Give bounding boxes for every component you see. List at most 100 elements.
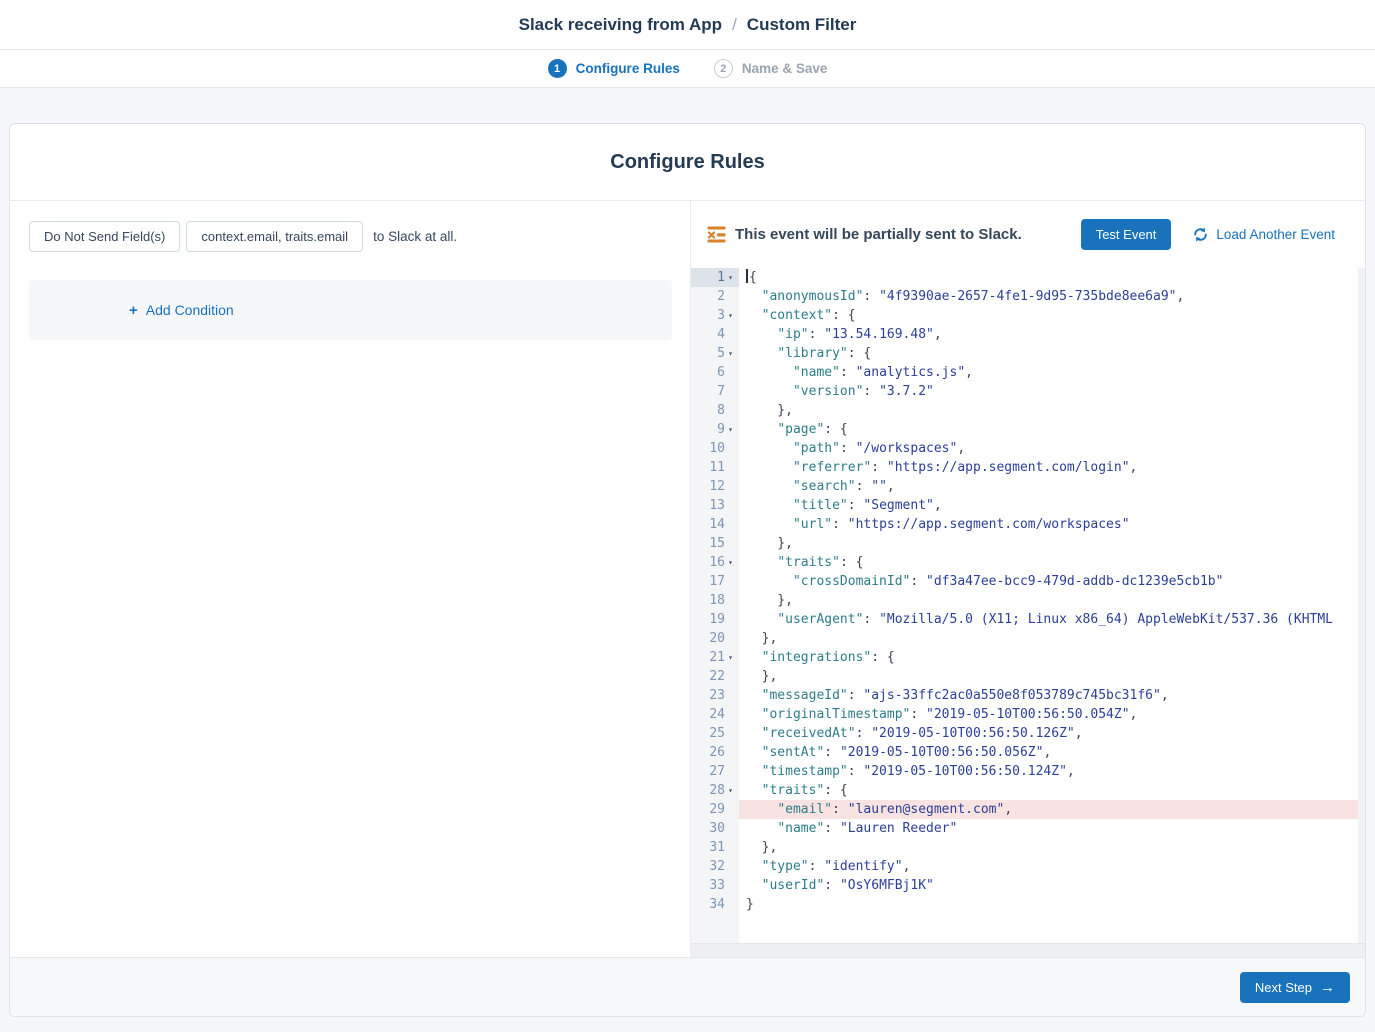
- json-value: "2019-05-10T00:56:50.124Z": [863, 764, 1067, 779]
- gutter-line: 14: [691, 515, 739, 534]
- line-number: 20: [709, 629, 725, 648]
- breadcrumb-source: Slack receiving from App: [519, 15, 722, 35]
- gutter-line: 17: [691, 572, 739, 591]
- card-header: Configure Rules: [10, 124, 1365, 201]
- editor-horizontal-scrollbar[interactable]: [691, 943, 1365, 957]
- step-name-save[interactable]: 2 Name & Save: [714, 59, 828, 78]
- line-number: 10: [709, 439, 725, 458]
- configure-rules-card: Configure Rules Do Not Send Field(s) con…: [9, 123, 1366, 1017]
- code-line: "search": "",: [739, 477, 1365, 496]
- json-punctuation: ,: [1176, 289, 1184, 304]
- event-header: This event will be partially sent to Sla…: [691, 201, 1365, 268]
- json-punctuation: [746, 574, 793, 589]
- code-line: "integrations": {: [739, 648, 1365, 667]
- code-line: "url": "https://app.segment.com/workspac…: [739, 515, 1365, 534]
- json-punctuation: [746, 859, 762, 874]
- json-punctuation: ,: [934, 327, 942, 342]
- json-punctuation: [746, 650, 762, 665]
- json-punctuation: :: [840, 441, 856, 456]
- json-punctuation: : {: [848, 346, 871, 361]
- step-1-label: Configure Rules: [576, 61, 680, 76]
- add-condition-button[interactable]: + Add Condition: [129, 302, 234, 318]
- json-punctuation: [746, 289, 762, 304]
- json-punctuation: },: [746, 403, 793, 418]
- gutter-line: 31: [691, 838, 739, 857]
- fold-caret-icon[interactable]: ▾: [725, 420, 736, 439]
- gutter-line: 23: [691, 686, 739, 705]
- json-key: "traits": [762, 783, 825, 798]
- arrow-right-icon: →: [1320, 980, 1335, 995]
- json-value: "OsY6MFBj1K": [840, 878, 934, 893]
- gutter-line: 26: [691, 743, 739, 762]
- code-line: "path": "/workspaces",: [739, 439, 1365, 458]
- line-number: 7: [717, 382, 725, 401]
- json-key: "crossDomainId": [793, 574, 910, 589]
- editor-vertical-scrollbar[interactable]: [1358, 268, 1365, 943]
- json-punctuation: [746, 555, 777, 570]
- code-line: "name": "Lauren Reeder": [739, 819, 1365, 838]
- code-line-filtered-highlight: "email": "lauren@segment.com",: [739, 800, 1365, 819]
- json-value: "identify": [824, 859, 902, 874]
- json-punctuation: :: [856, 479, 872, 494]
- gutter-line: 5▾: [691, 344, 739, 363]
- line-number: 26: [709, 743, 725, 762]
- json-punctuation: [746, 308, 762, 323]
- json-punctuation: :: [824, 745, 840, 760]
- line-number: 16: [709, 553, 725, 572]
- code-line: },: [739, 838, 1365, 857]
- json-editor[interactable]: 1▾23▾45▾6789▾10111213141516▾1718192021▾2…: [691, 268, 1365, 943]
- code-line: }: [739, 895, 1365, 914]
- json-punctuation: :: [832, 802, 848, 817]
- json-punctuation: :: [840, 365, 856, 380]
- code-line: "receivedAt": "2019-05-10T00:56:50.126Z"…: [739, 724, 1365, 743]
- test-event-button[interactable]: Test Event: [1081, 219, 1172, 250]
- text-cursor: [746, 269, 748, 283]
- json-value: "13.54.169.48": [824, 327, 934, 342]
- next-step-button[interactable]: Next Step →: [1240, 972, 1350, 1003]
- json-key: "userId": [762, 878, 825, 893]
- gutter-line: 7: [691, 382, 739, 401]
- json-key: "name": [793, 365, 840, 380]
- line-number: 21: [709, 648, 725, 667]
- json-punctuation: [746, 327, 777, 342]
- json-punctuation: :: [824, 821, 840, 836]
- filter-fields-button[interactable]: context.email, traits.email: [186, 221, 363, 252]
- fold-caret-icon[interactable]: ▾: [725, 781, 736, 800]
- gutter-line: 21▾: [691, 648, 739, 667]
- json-value: "3.7.2": [879, 384, 934, 399]
- json-key: "messageId": [762, 688, 848, 703]
- code-line: "userId": "OsY6MFBj1K": [739, 876, 1365, 895]
- plus-icon: +: [129, 303, 138, 318]
- json-punctuation: [746, 365, 793, 380]
- json-punctuation: },: [746, 593, 793, 608]
- fold-caret-icon[interactable]: ▾: [725, 306, 736, 325]
- line-number: 19: [709, 610, 725, 629]
- json-punctuation: },: [746, 631, 777, 646]
- gutter-line: 32: [691, 857, 739, 876]
- json-punctuation: },: [746, 536, 793, 551]
- step-configure-rules[interactable]: 1 Configure Rules: [548, 59, 680, 78]
- json-punctuation: ,: [1161, 688, 1169, 703]
- code-line: "referrer": "https://app.segment.com/log…: [739, 458, 1365, 477]
- filter-type-button[interactable]: Do Not Send Field(s): [29, 221, 180, 252]
- gutter-line: 3▾: [691, 306, 739, 325]
- line-number: 33: [709, 876, 725, 895]
- fold-caret-icon[interactable]: ▾: [725, 648, 736, 667]
- json-value: "lauren@segment.com": [848, 802, 1005, 817]
- fold-caret-icon[interactable]: ▾: [725, 344, 736, 363]
- gutter-line: 15: [691, 534, 739, 553]
- json-value: "2019-05-10T00:56:50.056Z": [840, 745, 1044, 760]
- line-number: 5: [717, 344, 725, 363]
- editor-code[interactable]: { "anonymousId": "4f9390ae-2657-4fe1-9d9…: [739, 268, 1365, 943]
- json-punctuation: ,: [957, 441, 965, 456]
- fold-caret-icon[interactable]: ▾: [725, 553, 736, 572]
- json-punctuation: [746, 612, 777, 627]
- fold-caret-icon[interactable]: ▾: [725, 268, 736, 287]
- json-key: "ip": [777, 327, 808, 342]
- json-key: "sentAt": [762, 745, 825, 760]
- json-punctuation: :: [832, 517, 848, 532]
- load-another-event-button[interactable]: Load Another Event: [1193, 227, 1335, 242]
- json-punctuation: ,: [1004, 802, 1012, 817]
- code-line: "name": "analytics.js",: [739, 363, 1365, 382]
- code-line: {: [739, 268, 1365, 287]
